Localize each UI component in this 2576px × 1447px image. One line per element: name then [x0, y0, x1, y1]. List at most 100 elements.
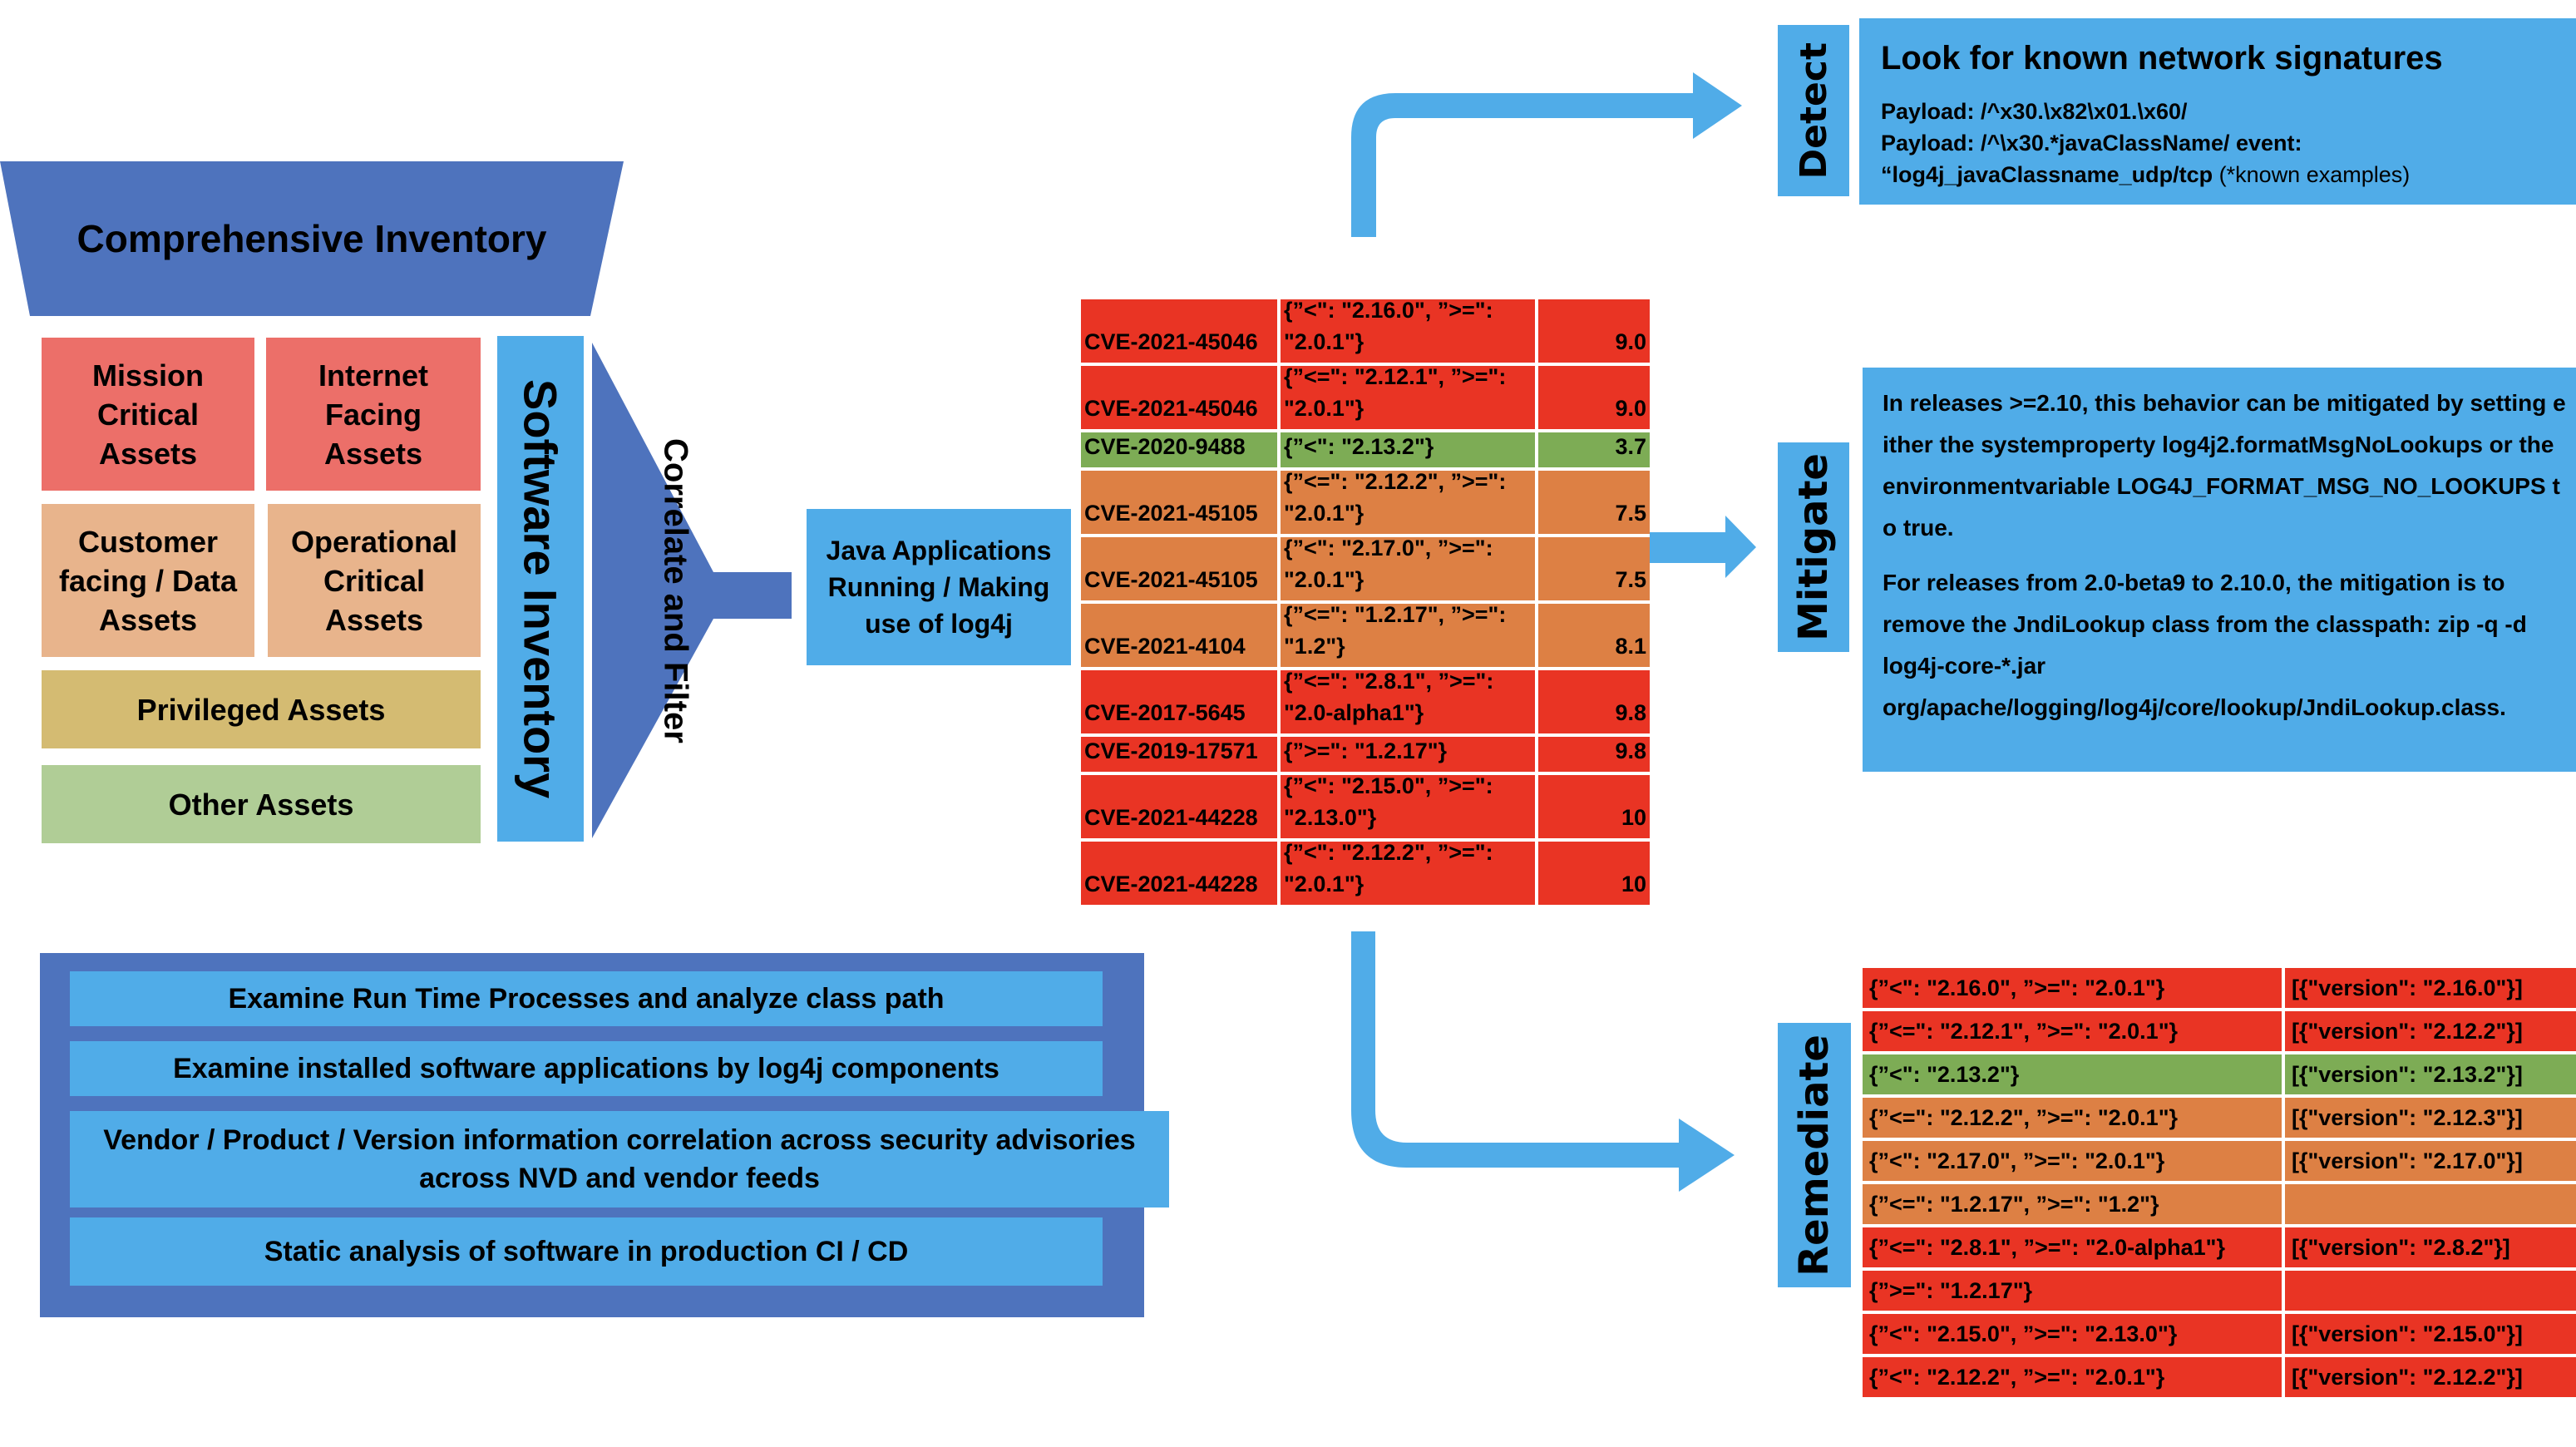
detect-payload-2: Payload: /^\x30.*javaClassName/ event: — [1881, 131, 2302, 156]
mitigate-box: In releases >=2.10, this behavior can be… — [1863, 368, 2576, 772]
detect-event: “log4j_javaClassname_udp/tcp — [1881, 162, 2213, 187]
affected-range-cell: {”<=": "1.2.17", ”>=": "1.2"} — [1863, 1184, 2285, 1227]
cve-range-cell: {”<=": "2.12.1", ”>=": "2.0.1"} — [1281, 364, 1538, 432]
fixed-version-cell: [{"version": "2.12.2"}] — [2285, 1011, 2576, 1054]
affected-range-cell: {”<": "2.17.0", ”>=": "2.0.1"} — [1863, 1141, 2285, 1184]
correlate-filter-label: Correlate and Filter — [657, 437, 694, 743]
software-inventory-label: Software Inventory — [514, 378, 567, 799]
cve-id-cell: CVE-2021-45046 — [1081, 366, 1281, 432]
remediate-row: {”<": "2.12.2", ”>=": "2.0.1"} [{"version… — [1863, 1357, 2576, 1400]
cve-range-cell: {”<=": "2.12.2", ”>=": "2.0.1"} — [1281, 469, 1538, 537]
cve-row: CVE-2021-4104 {”<=": "1.2.17", ”>=": "1.2… — [1081, 602, 1650, 670]
asset-other: Other Assets — [42, 765, 481, 843]
affected-range-cell: {”<": "2.15.0", ”>=": "2.13.0"} — [1863, 1314, 2285, 1357]
cve-id-cell: CVE-2021-44228 — [1081, 775, 1281, 842]
cve-id-cell: CVE-2021-44228 — [1081, 842, 1281, 908]
detect-event-line: “log4j_javaClassname_udp/tcp (*known exa… — [1881, 159, 2566, 190]
fixed-version-cell: [{"version": "2.15.0"}] — [2285, 1314, 2576, 1357]
asset-internet-facing: Internet Facing Assets — [266, 338, 481, 491]
cvss-score-cell: 3.7 — [1538, 432, 1650, 471]
fixed-version-cell: [{"version": "2.12.2"}] — [2285, 1357, 2576, 1400]
cvss-score-cell: 10 — [1538, 775, 1650, 842]
cve-row: CVE-2021-45046 {”<": "2.16.0", ”>=": "2.0… — [1081, 298, 1650, 366]
fixed-version-cell — [2285, 1271, 2576, 1314]
comprehensive-inventory-funnel: Comprehensive Inventory — [0, 161, 624, 316]
cve-row: CVE-2021-45046 {”<=": "2.12.1", ”>=": "2.… — [1081, 364, 1650, 432]
asset-privileged: Privileged Assets — [42, 670, 481, 748]
inventory-title: Comprehensive Inventory — [76, 217, 547, 260]
asset-mission-critical: Mission Critical Assets — [42, 338, 254, 491]
cve-row: CVE-2021-44228 {”<": "2.12.2", ”>=": "2.0… — [1081, 840, 1650, 908]
asset-operational-critical: Operational Critical Assets — [268, 504, 481, 657]
remediate-row: {”<=": "2.8.1", ”>=": "2.0-alpha1"} [{"ve… — [1863, 1227, 2576, 1271]
fixed-version-cell: [{"version": "2.8.2"}] — [2285, 1227, 2576, 1271]
remediate-row: {”<": "2.15.0", ”>=": "2.13.0"} [{"versio… — [1863, 1314, 2576, 1357]
cve-id-cell: CVE-2021-45046 — [1081, 299, 1281, 366]
fixed-version-cell: [{"version": "2.17.0"}] — [2285, 1141, 2576, 1184]
affected-range-cell: {”>=": "1.2.17"} — [1863, 1271, 2285, 1314]
step-runtime-processes: Examine Run Time Processes and analyze c… — [70, 971, 1103, 1026]
cve-id-cell: CVE-2019-17571 — [1081, 737, 1281, 775]
cvss-score-cell: 9.8 — [1538, 670, 1650, 737]
fixed-version-cell: [{"version": "2.12.3"}] — [2285, 1098, 2576, 1141]
remediate-row: {”<=": "1.2.17", ”>=": "1.2"} — [1863, 1184, 2576, 1227]
affected-range-cell: {”<=": "2.12.1", ”>=": "2.0.1"} — [1863, 1011, 2285, 1054]
cve-row: CVE-2021-45105 {”<": "2.17.0", ”>=": "2.0… — [1081, 536, 1650, 604]
remediate-row: {”>=": "1.2.17"} — [1863, 1271, 2576, 1314]
remediate-row: {”<": "2.16.0", ”>=": "2.0.1"} [{"version… — [1863, 968, 2576, 1011]
cve-id-cell: CVE-2021-45105 — [1081, 471, 1281, 537]
cve-range-cell: {”<=": "2.8.1", ”>=": "2.0-alpha1"} — [1281, 669, 1538, 737]
cve-id-cell: CVE-2020-9488 — [1081, 432, 1281, 471]
correlate-filter-label-wrap: Correlate and Filter — [592, 333, 742, 848]
cvss-score-cell: 7.5 — [1538, 537, 1650, 604]
affected-range-cell: {”<=": "2.8.1", ”>=": "2.0-alpha1"} — [1863, 1227, 2285, 1271]
cve-range-cell: {”<=": "1.2.17", ”>=": "1.2"} — [1281, 602, 1538, 670]
cvss-score-cell: 7.5 — [1538, 471, 1650, 537]
mitigate-paragraph-2: For releases from 2.0-beta9 to 2.10.0, t… — [1883, 570, 2527, 720]
affected-range-cell: {”<=": "2.12.2", ”>=": "2.0.1"} — [1863, 1098, 2285, 1141]
cve-id-cell: CVE-2017-5645 — [1081, 670, 1281, 737]
mitigate-tab-label: Mitigate — [1790, 453, 1837, 641]
remediate-row: {”<": "2.17.0", ”>=": "2.0.1"} [{"version… — [1863, 1141, 2576, 1184]
cvss-score-cell: 8.1 — [1538, 604, 1650, 670]
fixed-version-cell: [{"version": "2.13.2"}] — [2285, 1054, 2576, 1098]
cve-row: CVE-2017-5645 {”<=": "2.8.1", ”>=": "2.0-… — [1081, 669, 1650, 737]
step-static-analysis: Static analysis of software in productio… — [70, 1217, 1103, 1286]
detect-note: (*known examples) — [2213, 162, 2411, 187]
cve-id-cell: CVE-2021-45105 — [1081, 537, 1281, 604]
arrow-to-remediate — [1351, 931, 1735, 1192]
step-installed-software: Examine installed software applications … — [70, 1041, 1103, 1096]
affected-range-cell: {”<": "2.13.2"} — [1863, 1054, 2285, 1098]
remediate-tab: Remediate — [1778, 1023, 1851, 1287]
remediate-row: {”<=": "2.12.2", ”>=": "2.0.1"} [{"versio… — [1863, 1098, 2576, 1141]
cvss-score-cell: 9.0 — [1538, 299, 1650, 366]
java-applications-box: Java Applications Running / Making use o… — [807, 509, 1071, 665]
detect-heading: Look for known network signatures — [1881, 40, 2443, 77]
cve-range-cell: {”<": "2.15.0", ”>=": "2.13.0"} — [1281, 773, 1538, 842]
cve-range-cell: {”<": "2.16.0", ”>=": "2.0.1"} — [1281, 298, 1538, 366]
cve-row: CVE-2021-44228 {”<": "2.15.0", ”>=": "2.1… — [1081, 773, 1650, 842]
step-vendor-correlation: Vendor / Product / Version information c… — [70, 1111, 1169, 1207]
cvss-score-cell: 9.0 — [1538, 366, 1650, 432]
software-inventory-bar: Software Inventory — [497, 336, 584, 842]
affected-range-cell: {”<": "2.12.2", ”>=": "2.0.1"} — [1863, 1357, 2285, 1400]
cvss-score-cell: 9.8 — [1538, 737, 1650, 775]
asset-customer-facing: Customer facing / Data Assets — [42, 504, 254, 657]
remediate-tab-label: Remediate — [1791, 1034, 1838, 1277]
cve-row: CVE-2021-45105 {”<=": "2.12.2", ”>=": "2.… — [1081, 469, 1650, 537]
cvss-score-cell: 10 — [1538, 842, 1650, 908]
remediate-row: {”<": "2.13.2"} [{"version": "2.13.2"}] — [1863, 1054, 2576, 1098]
detect-tab: Detect — [1778, 25, 1849, 196]
cve-range-cell: {”<": "2.12.2", ”>=": "2.0.1"} — [1281, 840, 1538, 908]
arrow-to-mitigate — [1640, 516, 1756, 578]
detect-payload-1: Payload: /^x30.\x82\x01.\x60/ — [1881, 99, 2188, 124]
remediate-row: {”<=": "2.12.1", ”>=": "2.0.1"} [{"versio… — [1863, 1011, 2576, 1054]
arrow-to-detect — [1351, 72, 1742, 237]
affected-range-cell: {”<": "2.16.0", ”>=": "2.0.1"} — [1863, 968, 2285, 1011]
detect-tab-label: Detect — [1792, 42, 1835, 180]
detect-box: Look for known network signatures Payloa… — [1859, 18, 2576, 205]
mitigate-paragraph-1: In releases >=2.10, this behavior can be… — [1883, 390, 2566, 541]
fixed-version-cell: [{"version": "2.16.0"}] — [2285, 968, 2576, 1011]
cve-id-cell: CVE-2021-4104 — [1081, 604, 1281, 670]
cve-range-cell: {”<": "2.17.0", ”>=": "2.0.1"} — [1281, 536, 1538, 604]
